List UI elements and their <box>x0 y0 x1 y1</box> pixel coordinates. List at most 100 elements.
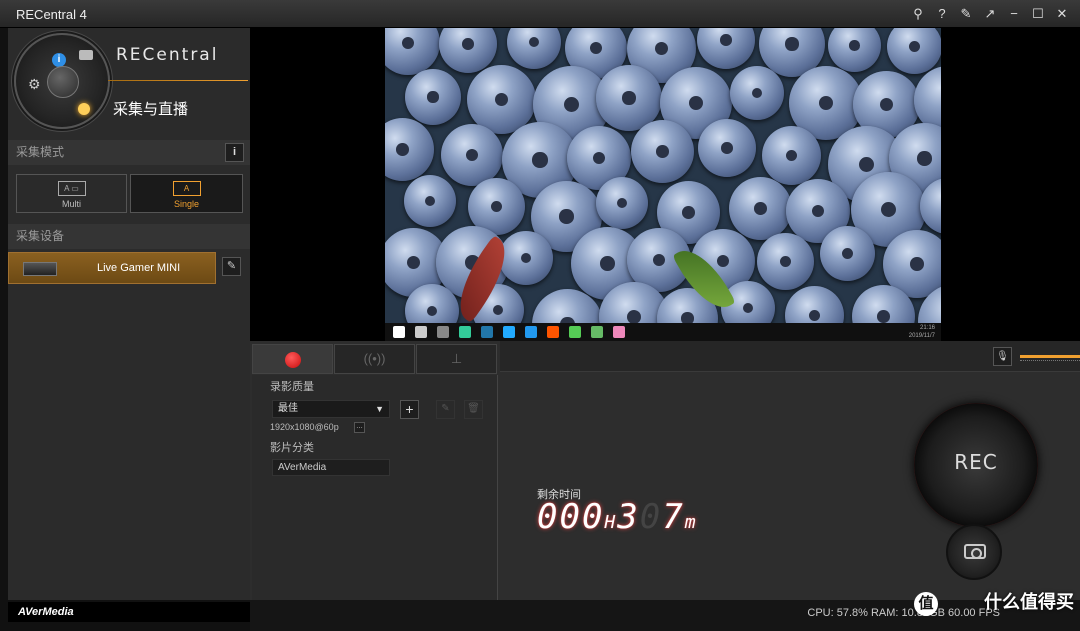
timer-minutes-lit: 3 <box>617 497 640 537</box>
mode-tabs: ((•)) ⊥ <box>252 344 498 374</box>
blueberry <box>887 28 941 74</box>
capture-mode-info-button[interactable]: i <box>225 143 244 162</box>
window-title: RECentral 4 <box>16 7 87 22</box>
tray-time: 21:16 <box>919 325 935 331</box>
quality-select[interactable]: 最佳 ▼ <box>272 400 390 418</box>
capture-device-icon <box>23 262 57 276</box>
taskbar-app-icon <box>415 326 427 338</box>
video-preview[interactable]: 21:16 2019/11/7 <box>250 28 1080 341</box>
blueberry <box>385 118 434 181</box>
left-panel: i ⚙ RECentral 采集与直播 采集模式 i A ▭ Multi A S… <box>8 28 250 600</box>
taskbar-app-icon <box>481 326 493 338</box>
help-icon[interactable]: ? <box>932 4 952 24</box>
record-settings: 录影质量 最佳 ▼ + ✎ 🗑 1920x1080@60p … 影片分类 AVe… <box>252 375 498 600</box>
timer-minutes-dim: 0 <box>639 497 663 537</box>
blueberry <box>499 231 553 285</box>
mode-title: 采集与直播 <box>113 101 189 118</box>
blueberry <box>405 69 461 125</box>
taskbar-app-icon <box>503 326 515 338</box>
device-item[interactable]: Live Gamer MINI <box>8 252 216 284</box>
divider <box>108 80 248 81</box>
tab-stream[interactable]: ((•)) <box>334 344 415 374</box>
resolution-more-button[interactable]: … <box>354 422 365 433</box>
watermark-text: 什么值得买 <box>984 592 1074 612</box>
broadcast-icon: ((•)) <box>363 351 386 366</box>
mode-single-button[interactable]: A Single <box>130 174 243 213</box>
gear-icon[interactable]: ⚙ <box>28 76 41 93</box>
blueberry <box>820 226 875 281</box>
taskbar-app-icon <box>547 326 559 338</box>
blueberry <box>757 233 814 290</box>
mic-slider-ticks <box>1020 360 1080 362</box>
info-icon[interactable]: i <box>52 53 66 67</box>
quality-value: 最佳 <box>278 403 298 414</box>
avermedia-logo: AVerMedia <box>8 602 250 622</box>
timer-minutes-last: 7 <box>662 497 685 537</box>
dial-center-icon[interactable] <box>47 66 79 98</box>
app-window: RECentral 4 ⚲ ? ✎ ↗ − ☐ ✕ i ⚙ RECentral … <box>0 0 1080 631</box>
pin-window-icon[interactable]: ✎ <box>956 4 976 24</box>
resolution-text: 1920x1080@60p <box>270 422 339 432</box>
audio-toolbar: 🎙 🔈 🎧 ⫶ ⤢ <box>500 341 1080 372</box>
taskbar-app-icon <box>569 326 581 338</box>
capture-device-label: 采集设备 <box>16 229 65 243</box>
timer-hours: 000 <box>537 497 605 537</box>
category-input[interactable]: AVerMedia <box>272 459 390 476</box>
remaining-time-display: 000H307m <box>537 497 698 537</box>
mic-icon[interactable]: 🎙 <box>993 347 1012 366</box>
mode-multi-button[interactable]: A ▭ Multi <box>16 174 127 213</box>
mode-single-label: Single <box>173 199 200 209</box>
preview-taskbar: 21:16 2019/11/7 <box>385 323 941 341</box>
mic-slider-fill <box>1020 355 1080 358</box>
taskbar-app-icon <box>613 326 625 338</box>
timer-minutes-unit: m <box>684 512 698 533</box>
tab-record[interactable] <box>252 344 333 374</box>
category-label: 影片分类 <box>270 442 314 454</box>
timer-hours-unit: H <box>604 512 618 533</box>
collapse-icon[interactable]: ↗ <box>980 4 1000 24</box>
preview-image: 21:16 2019/11/7 <box>385 28 941 341</box>
record-dot-icon <box>285 352 301 368</box>
edit-preset-button[interactable]: ✎ <box>436 400 455 419</box>
mode-dial[interactable]: i ⚙ <box>14 33 110 129</box>
device-edit-button[interactable]: ✎ <box>222 257 241 276</box>
tray-date: 2019/11/7 <box>908 333 935 339</box>
mode-multi-label: Multi <box>61 199 81 209</box>
blueberry <box>729 177 792 240</box>
tray-clock: 21:16 2019/11/7 <box>909 324 935 340</box>
snapshot-button[interactable] <box>946 524 1002 580</box>
quality-label: 录影质量 <box>270 381 314 393</box>
blueberry <box>404 175 456 227</box>
watermark-logo: 值 <box>914 592 938 616</box>
single-mode-icon: A <box>172 181 201 196</box>
minimize-icon[interactable]: − <box>1004 4 1024 24</box>
pin-icon[interactable]: ⚲ <box>908 4 928 24</box>
add-preset-button[interactable]: + <box>400 400 419 419</box>
recentral-logo: RECentral <box>116 45 219 65</box>
taskbar-app-icon <box>591 326 603 338</box>
blueberry <box>385 28 440 75</box>
blueberry <box>441 124 503 186</box>
delete-preset-button[interactable]: 🗑 <box>464 400 483 419</box>
chevron-down-icon: ▼ <box>375 404 384 414</box>
blueberry <box>631 120 694 183</box>
status-bar: CPU: 57.8% RAM: 10.82GB 60.00 FPS <box>250 600 1080 631</box>
capture-mode-label: 采集模式 <box>16 145 65 159</box>
close-icon[interactable]: ✕ <box>1052 4 1072 24</box>
rec-button[interactable]: REC <box>914 403 1038 527</box>
capture-device-header: 采集设备 <box>8 224 250 249</box>
blueberry <box>828 28 881 72</box>
blueberry <box>762 126 821 185</box>
rec-label: REC <box>954 450 998 474</box>
maximize-icon[interactable]: ☐ <box>1028 4 1048 24</box>
blueberry <box>730 66 784 120</box>
taskbar-app-icon <box>459 326 471 338</box>
status-text: CPU: 57.8% RAM: 10.82GB 60.00 FPS <box>807 607 1000 619</box>
multi-mode-icon: A ▭ <box>57 181 86 196</box>
tab-network[interactable]: ⊥ <box>416 344 497 374</box>
camera-icon <box>964 544 986 559</box>
folder-icon[interactable] <box>79 50 93 60</box>
title-bar: RECentral 4 ⚲ ? ✎ ↗ − ☐ ✕ <box>0 0 1080 28</box>
capture-mode-header: 采集模式 i <box>8 140 250 165</box>
taskbar-app-icon <box>393 326 405 338</box>
